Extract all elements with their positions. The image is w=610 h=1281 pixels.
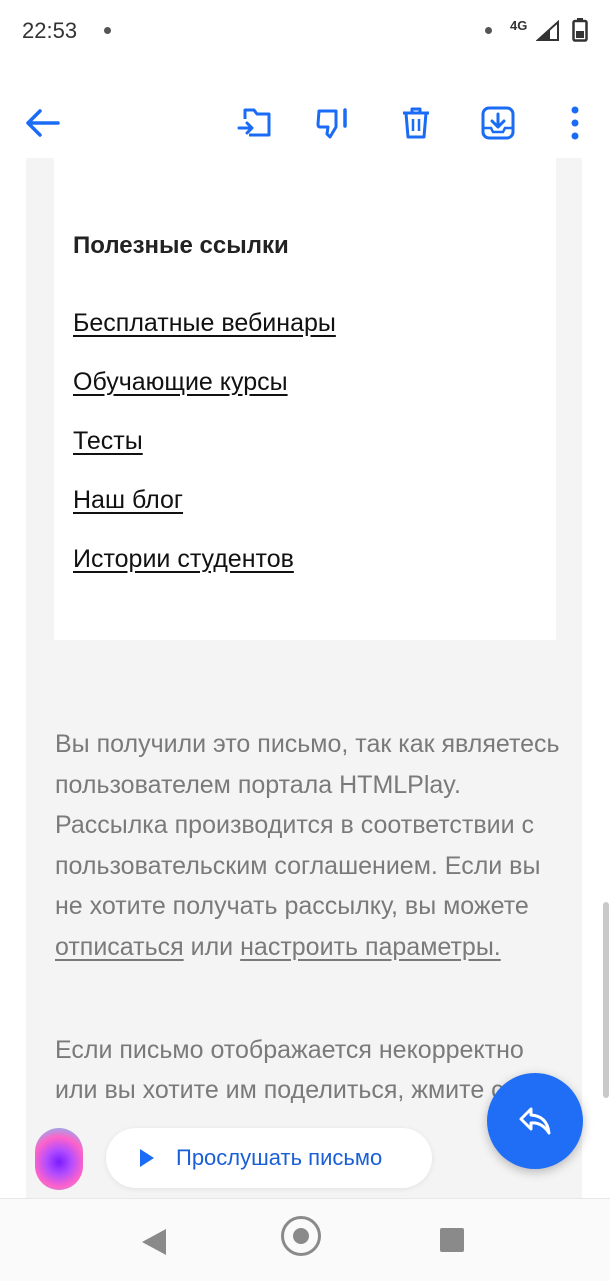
- nav-home-icon[interactable]: [281, 1216, 321, 1256]
- link-tests[interactable]: Тесты: [73, 427, 143, 456]
- assistant-orb-icon[interactable]: [35, 1128, 83, 1190]
- reply-icon: [519, 1107, 551, 1135]
- more-icon: [571, 106, 579, 140]
- scrollbar[interactable]: [603, 902, 609, 1098]
- link-blog[interactable]: Наш блог: [73, 486, 183, 515]
- spam-button[interactable]: [306, 88, 362, 158]
- back-button[interactable]: [14, 88, 70, 158]
- footer-disclaimer: Вы получили это письмо, так как являетес…: [55, 724, 565, 967]
- signal-icon: [536, 20, 559, 41]
- links-title: Полезные ссылки: [73, 232, 289, 259]
- nav-home-dot: [293, 1228, 309, 1244]
- link-student-stories[interactable]: Истории студентов: [73, 545, 294, 574]
- archive-button[interactable]: [470, 88, 526, 158]
- system-nav-bar: [0, 1198, 610, 1281]
- listen-email-button[interactable]: Прослушать письмо: [106, 1128, 432, 1188]
- link-webinars[interactable]: Бесплатные вебинары: [73, 309, 336, 338]
- nav-back-icon[interactable]: [142, 1229, 166, 1255]
- move-to-folder-icon: [237, 108, 271, 137]
- status-dot-icon: [485, 27, 492, 34]
- footer-text: Вы получили это письмо, так как являетес…: [55, 730, 560, 920]
- notification-dot-icon: [104, 27, 111, 34]
- status-time: 22:53: [22, 18, 78, 43]
- email-toolbar: [0, 88, 610, 158]
- status-bar: 22:53 4G: [0, 0, 610, 64]
- link-courses[interactable]: Обучающие курсы: [73, 368, 288, 397]
- back-arrow-icon: [26, 109, 60, 137]
- trash-icon: [403, 107, 429, 139]
- unsubscribe-link[interactable]: отписаться: [55, 933, 184, 961]
- more-options-button[interactable]: [547, 88, 603, 158]
- footer-or: или: [183, 932, 241, 961]
- spam-icon: [316, 108, 347, 139]
- listen-label: Прослушать письмо: [176, 1145, 383, 1170]
- archive-icon: [481, 106, 515, 140]
- reply-button[interactable]: [487, 1073, 583, 1169]
- settings-link[interactable]: настроить параметры.: [240, 933, 501, 961]
- network-type: 4G: [510, 18, 528, 33]
- play-icon: [140, 1149, 154, 1167]
- battery-icon: [572, 18, 588, 42]
- delete-button[interactable]: [388, 88, 444, 158]
- move-to-folder-button[interactable]: [227, 88, 283, 158]
- nav-recents-icon[interactable]: [440, 1228, 464, 1252]
